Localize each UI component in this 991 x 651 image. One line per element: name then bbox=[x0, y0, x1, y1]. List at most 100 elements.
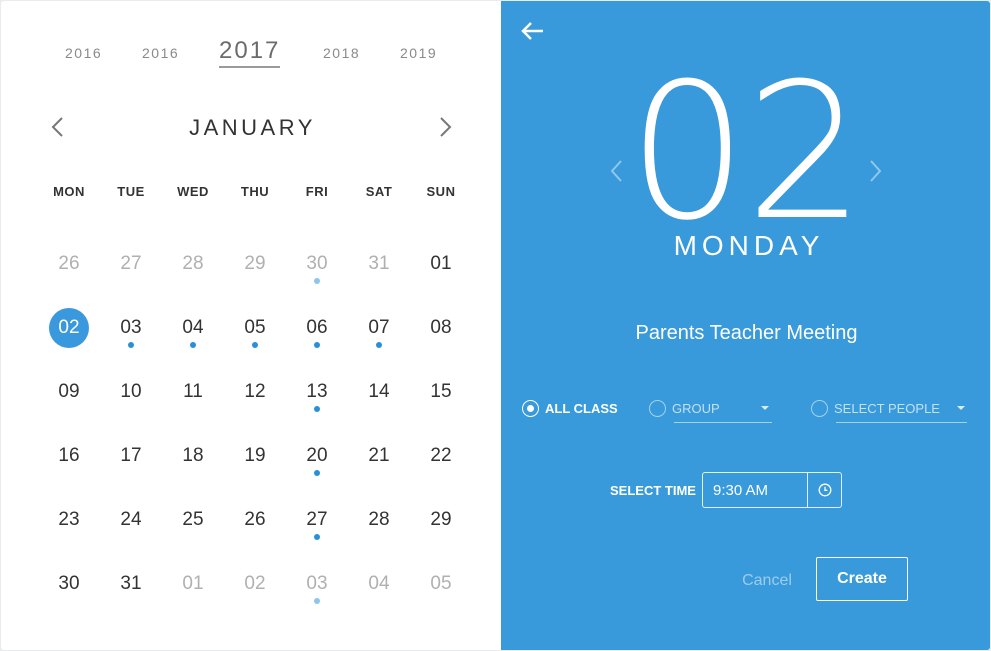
day-cell[interactable]: 26 bbox=[38, 233, 100, 297]
year-option[interactable]: 2018 bbox=[323, 45, 360, 61]
day-cell[interactable]: 28 bbox=[348, 489, 410, 553]
select-people-select[interactable]: SELECT PEOPLE bbox=[834, 401, 940, 416]
day-cell[interactable]: 17 bbox=[100, 425, 162, 489]
all-class-radio[interactable]: ALL CLASS bbox=[522, 397, 622, 421]
day-number: 02 bbox=[244, 573, 266, 594]
time-picker-button[interactable] bbox=[807, 473, 841, 507]
date-picker-app: 2016 2016 2017 2018 2019 JANUARY MON TUE… bbox=[0, 0, 991, 651]
caret-down-icon bbox=[761, 406, 769, 410]
day-cell[interactable]: 20 bbox=[286, 425, 348, 489]
event-dot-icon bbox=[128, 342, 134, 348]
day-number: 04 bbox=[182, 317, 204, 338]
day-number: 25 bbox=[182, 509, 204, 530]
day-cell[interactable]: 31 bbox=[100, 553, 162, 617]
year-option[interactable]: 2019 bbox=[400, 45, 437, 61]
day-cell[interactable]: 28 bbox=[162, 233, 224, 297]
year-option[interactable]: 2016 bbox=[65, 45, 102, 61]
year-option-selected[interactable]: 2017 bbox=[219, 37, 281, 68]
cancel-button[interactable]: Cancel bbox=[727, 569, 807, 593]
chevron-right-icon bbox=[440, 117, 452, 137]
day-cell[interactable]: 02 bbox=[224, 553, 286, 617]
day-cell[interactable]: 06 bbox=[286, 297, 348, 361]
day-cell[interactable]: 22 bbox=[410, 425, 472, 489]
event-dot-icon bbox=[190, 342, 196, 348]
day-number: 05 bbox=[430, 573, 452, 594]
day-cell[interactable]: 31 bbox=[348, 233, 410, 297]
weekday-label: SUN bbox=[426, 184, 456, 199]
day-cell[interactable]: 30 bbox=[38, 553, 100, 617]
day-cell[interactable]: 26 bbox=[224, 489, 286, 553]
day-cell-selected[interactable]: 02 bbox=[38, 297, 100, 361]
day-cell[interactable]: 23 bbox=[38, 489, 100, 553]
day-number: 02 bbox=[58, 317, 80, 338]
day-cell[interactable]: 11 bbox=[162, 361, 224, 425]
day-number: 03 bbox=[306, 573, 328, 594]
back-button[interactable] bbox=[520, 21, 546, 41]
day-cell[interactable]: 07 bbox=[348, 297, 410, 361]
weekday-label: MON bbox=[53, 184, 85, 199]
day-cell[interactable]: 04 bbox=[348, 553, 410, 617]
caret-down-icon bbox=[957, 406, 965, 410]
day-number: 08 bbox=[430, 317, 452, 338]
select-people-radio[interactable]: SELECT PEOPLE bbox=[811, 397, 969, 423]
chevron-right-icon bbox=[870, 160, 882, 182]
day-cell[interactable]: 24 bbox=[100, 489, 162, 553]
group-radio[interactable]: GROUP bbox=[649, 397, 774, 423]
radio-checked-icon bbox=[522, 400, 539, 417]
selected-day-number: 02 bbox=[627, 43, 865, 262]
day-cell[interactable]: 09 bbox=[38, 361, 100, 425]
day-number: 11 bbox=[183, 381, 203, 402]
day-cell[interactable]: 10 bbox=[100, 361, 162, 425]
time-input[interactable] bbox=[703, 473, 807, 507]
day-cell[interactable]: 25 bbox=[162, 489, 224, 553]
day-number: 03 bbox=[120, 317, 142, 338]
day-cell[interactable]: 12 bbox=[224, 361, 286, 425]
day-cell[interactable]: 15 bbox=[410, 361, 472, 425]
day-number: 15 bbox=[430, 381, 452, 402]
day-cell[interactable]: 01 bbox=[162, 553, 224, 617]
radio-unchecked-icon bbox=[649, 400, 666, 417]
weekday-label: SAT bbox=[365, 184, 393, 199]
day-cell[interactable]: 19 bbox=[224, 425, 286, 489]
day-number: 30 bbox=[58, 573, 80, 594]
month-header: JANUARY bbox=[1, 111, 501, 143]
year-option[interactable]: 2016 bbox=[142, 45, 179, 61]
event-detail-panel: 02 MONDAY Parents Teacher Meeting ALL CL… bbox=[501, 1, 990, 650]
time-picker bbox=[702, 472, 842, 508]
all-class-label: ALL CLASS bbox=[545, 401, 618, 416]
day-cell[interactable]: 08 bbox=[410, 297, 472, 361]
day-number: 04 bbox=[368, 573, 390, 594]
day-number: 31 bbox=[120, 573, 142, 594]
event-dot-icon bbox=[314, 534, 320, 540]
day-number: 24 bbox=[120, 509, 142, 530]
day-cell[interactable]: 18 bbox=[162, 425, 224, 489]
day-cell[interactable]: 29 bbox=[410, 489, 472, 553]
day-cell[interactable]: 27 bbox=[286, 489, 348, 553]
day-number: 26 bbox=[244, 509, 266, 530]
weekday-label: THU bbox=[240, 184, 270, 199]
day-number: 13 bbox=[306, 381, 328, 402]
next-month-button[interactable] bbox=[435, 115, 455, 139]
day-cell[interactable]: 03 bbox=[286, 553, 348, 617]
day-cell[interactable]: 03 bbox=[100, 297, 162, 361]
day-number: 21 bbox=[368, 445, 390, 466]
day-cell[interactable]: 16 bbox=[38, 425, 100, 489]
day-cell[interactable]: 01 bbox=[410, 233, 472, 297]
day-cell[interactable]: 13 bbox=[286, 361, 348, 425]
create-button[interactable]: Create bbox=[816, 557, 908, 601]
arrow-left-icon bbox=[521, 22, 543, 40]
day-cell[interactable]: 21 bbox=[348, 425, 410, 489]
day-cell[interactable]: 04 bbox=[162, 297, 224, 361]
day-cell[interactable]: 30 bbox=[286, 233, 348, 297]
next-day-button[interactable] bbox=[865, 157, 885, 185]
day-cell[interactable]: 29 bbox=[224, 233, 286, 297]
day-cell[interactable]: 27 bbox=[100, 233, 162, 297]
day-cell[interactable]: 05 bbox=[410, 553, 472, 617]
day-number: 29 bbox=[244, 253, 266, 274]
day-cell[interactable]: 05 bbox=[224, 297, 286, 361]
day-cell[interactable]: 14 bbox=[348, 361, 410, 425]
group-select[interactable]: GROUP bbox=[672, 401, 720, 416]
event-dot-icon bbox=[314, 342, 320, 348]
day-number: 14 bbox=[368, 381, 390, 402]
month-title: JANUARY bbox=[189, 115, 316, 140]
